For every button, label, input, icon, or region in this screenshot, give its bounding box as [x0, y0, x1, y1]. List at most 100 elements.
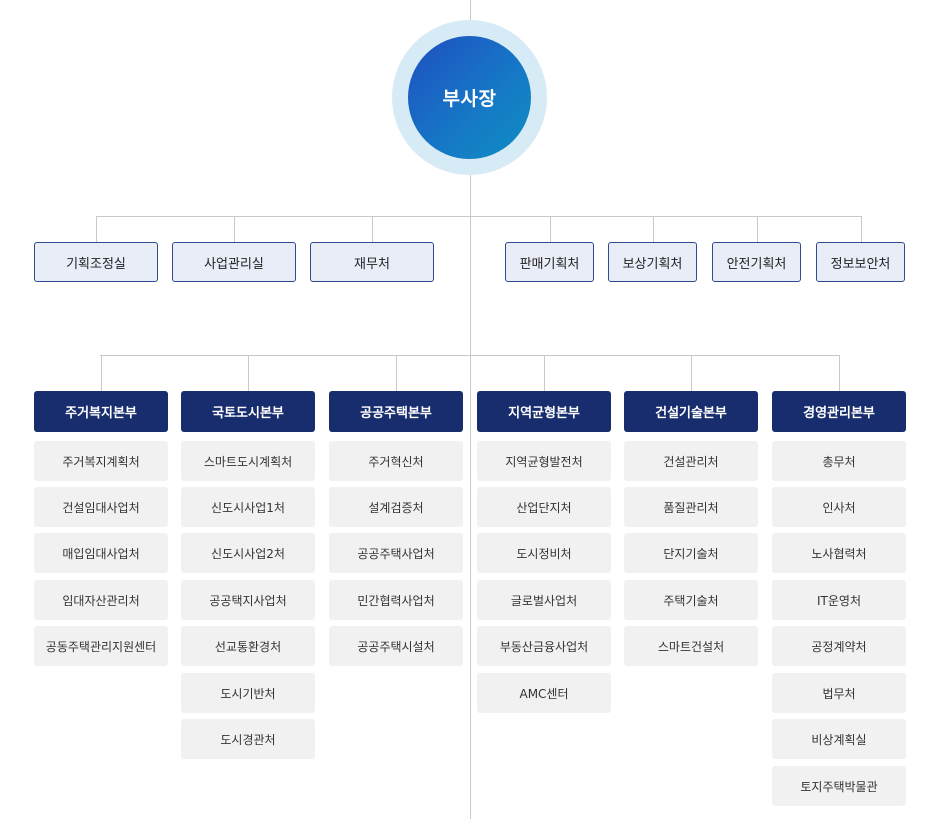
division-2-unit-label: 신도시사업2처	[211, 546, 285, 561]
division-header-6-label: 경영관리본부	[803, 406, 875, 421]
division-1-unit-label: 임대자산관리처	[62, 593, 140, 608]
division-header-1-label: 주거복지본부	[65, 406, 137, 421]
division-6-unit-label: 공정계약처	[811, 639, 867, 654]
staff-office-2-label: 사업관리실	[204, 256, 264, 272]
staff-office-3[interactable]: 재무처	[310, 242, 434, 282]
division-4-unit[interactable]: 도시정비처	[477, 533, 611, 573]
staff-office-1[interactable]: 기획조정실	[34, 242, 158, 282]
division-header-3[interactable]: 공공주택본부	[329, 391, 463, 432]
division-header-5[interactable]: 건설기술본부	[624, 391, 758, 432]
division-2-unit[interactable]: 신도시사업1처	[181, 487, 315, 527]
division-6-unit[interactable]: 인사처	[772, 487, 906, 527]
staff-stub-line	[653, 216, 654, 242]
division-2-unit[interactable]: 공공택지사업처	[181, 580, 315, 620]
division-1-unit[interactable]: 임대자산관리처	[34, 580, 168, 620]
division-1-unit-label: 주거복지계획처	[62, 454, 140, 469]
division-3-unit-label: 설계검증처	[368, 500, 424, 515]
staff-office-5-label: 보상기획처	[622, 256, 683, 272]
division-1-unit-label: 건설임대사업처	[62, 500, 140, 515]
division-1-unit[interactable]: 건설임대사업처	[34, 487, 168, 527]
division-2-unit[interactable]: 신도시사업2처	[181, 533, 315, 573]
division-4-unit-label: 글로벌사업처	[510, 593, 578, 608]
division-4-unit[interactable]: 글로벌사업처	[477, 580, 611, 620]
division-4-unit[interactable]: 산업단지처	[477, 487, 611, 527]
division-1-unit[interactable]: 매입임대사업처	[34, 533, 168, 573]
division-stub-line	[544, 355, 545, 391]
division-2-unit[interactable]: 도시기반처	[181, 673, 315, 713]
division-3-unit-label: 주거혁신처	[368, 454, 424, 469]
division-1-unit-label: 매입임대사업처	[62, 546, 140, 561]
root-node[interactable]: 부사장	[408, 36, 531, 159]
staff-office-7-label: 정보보안처	[830, 256, 891, 272]
staff-stub-line	[757, 216, 758, 242]
division-6-unit-label: 법무처	[822, 686, 856, 701]
division-6-unit[interactable]: 공정계약처	[772, 626, 906, 666]
division-2-unit-label: 선교통환경처	[214, 639, 282, 654]
division-5-unit[interactable]: 스마트건설처	[624, 626, 758, 666]
division-3-unit[interactable]: 설계검증처	[329, 487, 463, 527]
division-3-unit[interactable]: 공공주택시설처	[329, 626, 463, 666]
division-6-unit[interactable]: 총무처	[772, 441, 906, 481]
division-stub-line	[839, 355, 840, 391]
division-5-unit[interactable]: 품질관리처	[624, 487, 758, 527]
division-3-unit[interactable]: 주거혁신처	[329, 441, 463, 481]
division-1-unit-label: 공동주택관리지원센터	[45, 639, 157, 654]
division-header-1[interactable]: 주거복지본부	[34, 391, 168, 432]
staff-office-4[interactable]: 판매기획처	[505, 242, 594, 282]
division-2-unit-label: 스마트도시계획처	[203, 454, 293, 469]
division-5-unit[interactable]: 단지기술처	[624, 533, 758, 573]
division-4-unit[interactable]: 지역균형발전처	[477, 441, 611, 481]
division-5-unit-label: 주택기술처	[663, 593, 719, 608]
staff-office-5[interactable]: 보상기획처	[608, 242, 697, 282]
division-stub-line	[691, 355, 692, 391]
division-connector-line	[100, 355, 839, 356]
division-4-unit-label: 지역균형발전처	[505, 454, 583, 469]
division-stub-line	[101, 355, 102, 391]
division-6-unit[interactable]: 비상계획실	[772, 719, 906, 759]
division-5-unit[interactable]: 주택기술처	[624, 580, 758, 620]
division-1-unit[interactable]: 주거복지계획처	[34, 441, 168, 481]
division-5-unit-label: 단지기술처	[663, 546, 719, 561]
division-6-unit[interactable]: 토지주택박물관	[772, 766, 906, 806]
division-6-unit-label: 총무처	[822, 454, 856, 469]
division-2-unit[interactable]: 선교통환경처	[181, 626, 315, 666]
staff-office-7[interactable]: 정보보안처	[816, 242, 905, 282]
division-1-unit[interactable]: 공동주택관리지원센터	[34, 626, 168, 666]
division-3-unit[interactable]: 공공주택사업처	[329, 533, 463, 573]
division-6-unit-label: 노사협력처	[811, 546, 867, 561]
division-4-unit-label: AMC센터	[519, 686, 569, 701]
division-stub-line	[396, 355, 397, 391]
division-header-6[interactable]: 경영관리본부	[772, 391, 906, 432]
division-6-unit[interactable]: 법무처	[772, 673, 906, 713]
staff-office-3-label: 재무처	[354, 256, 390, 272]
staff-connector-line	[96, 216, 861, 217]
staff-stub-line	[234, 216, 235, 242]
staff-stub-line	[550, 216, 551, 242]
division-6-unit-label: 비상계획실	[811, 732, 867, 747]
division-header-5-label: 건설기술본부	[655, 406, 727, 421]
staff-stub-line	[372, 216, 373, 242]
division-5-unit[interactable]: 건설관리처	[624, 441, 758, 481]
division-header-2-label: 국토도시본부	[212, 406, 284, 421]
division-2-unit[interactable]: 도시경관처	[181, 719, 315, 759]
division-6-unit[interactable]: 노사협력처	[772, 533, 906, 573]
division-6-unit-label: 토지주택박물관	[800, 779, 878, 794]
division-4-unit[interactable]: 부동산금융사업처	[477, 626, 611, 666]
division-3-unit-label: 민간협력사업처	[357, 593, 435, 608]
division-2-unit-label: 신도시사업1처	[211, 500, 285, 515]
division-2-unit[interactable]: 스마트도시계획처	[181, 441, 315, 481]
division-4-unit[interactable]: AMC센터	[477, 673, 611, 713]
division-4-unit-label: 도시정비처	[516, 546, 572, 561]
division-header-2[interactable]: 국토도시본부	[181, 391, 315, 432]
division-header-4[interactable]: 지역균형본부	[477, 391, 611, 432]
division-2-unit-label: 도시경관처	[220, 732, 276, 747]
division-3-unit[interactable]: 민간협력사업처	[329, 580, 463, 620]
division-5-unit-label: 스마트건설처	[657, 639, 725, 654]
staff-office-6[interactable]: 안전기획처	[712, 242, 801, 282]
division-6-unit[interactable]: IT운영처	[772, 580, 906, 620]
division-stub-line	[248, 355, 249, 391]
division-4-unit-label: 산업단지처	[516, 500, 572, 515]
staff-office-2[interactable]: 사업관리실	[172, 242, 296, 282]
root-node-label: 부사장	[442, 88, 497, 110]
division-6-unit-label: 인사처	[822, 500, 856, 515]
